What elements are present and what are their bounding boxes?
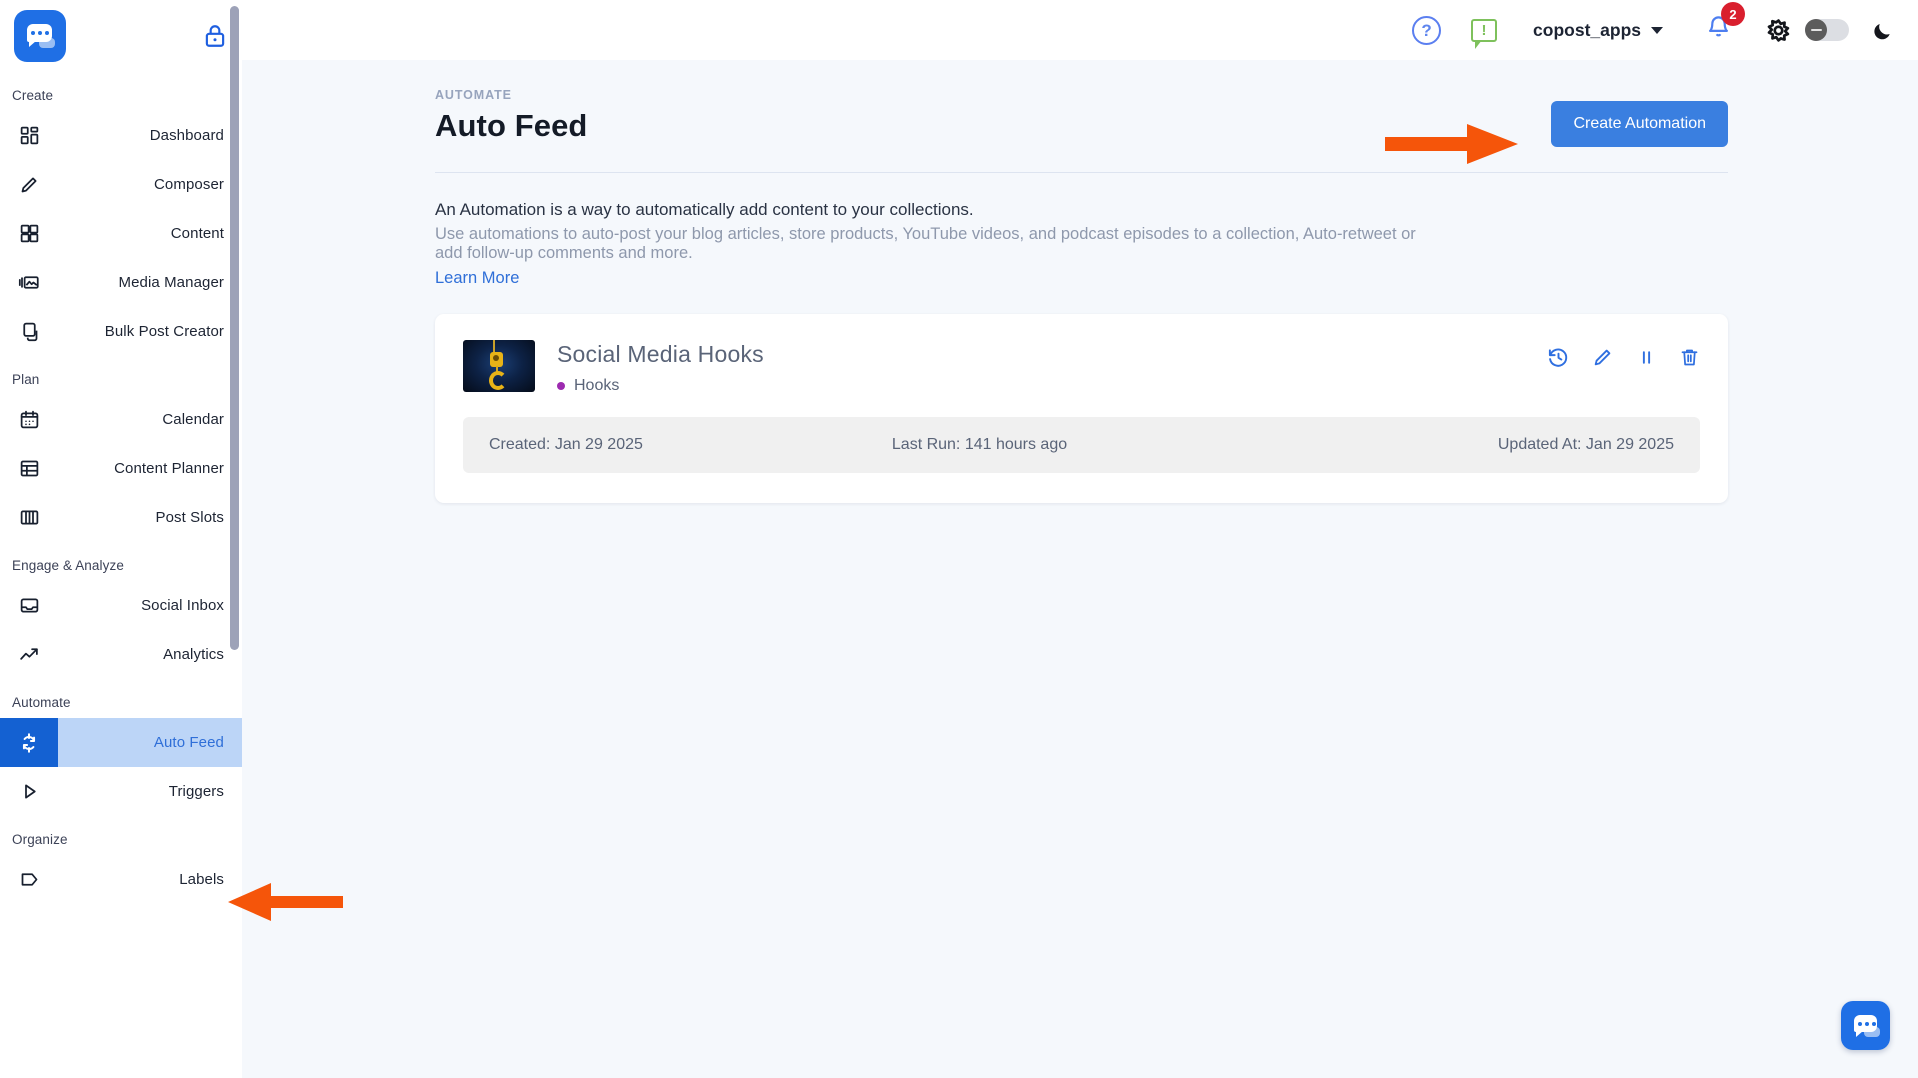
- nav-group-label-plan: Plan: [12, 372, 40, 387]
- sidebar-item-triggers[interactable]: Triggers: [0, 767, 242, 816]
- notifications-button[interactable]: 2: [1705, 2, 1745, 47]
- help-button[interactable]: ?: [1412, 15, 1471, 45]
- page-content: AUTOMATE Auto Feed Create Automation An …: [242, 60, 1918, 503]
- sidebar-item-post-slots[interactable]: Post Slots: [0, 493, 242, 542]
- sidebar-item-label: Triggers: [168, 783, 224, 800]
- sidebar-item-label: Dashboard: [149, 127, 224, 144]
- sidebar-item-label: Labels: [179, 871, 224, 888]
- edit-pencil-icon[interactable]: [1592, 346, 1614, 368]
- chat-bubble-logo-icon[interactable]: [14, 10, 66, 62]
- sidebar-item-label: Calendar: [162, 411, 224, 428]
- automation-card: Social Media Hooks Hooks Created: Jan 29…: [435, 313, 1728, 503]
- sidebar-item-analytics[interactable]: Analytics: [0, 630, 242, 679]
- account-menu[interactable]: copost_apps: [1533, 20, 1663, 41]
- learn-more-link[interactable]: Learn More: [435, 269, 519, 288]
- notification-count-badge: 2: [1721, 2, 1745, 26]
- create-automation-button[interactable]: Create Automation: [1551, 101, 1728, 147]
- sidebar-item-content[interactable]: Content: [0, 209, 242, 258]
- description-line-2: Use automations to auto-post your blog a…: [435, 225, 1416, 263]
- page-title-block: AUTOMATE Auto Feed: [435, 88, 587, 144]
- sidebar-item-content-planner[interactable]: Content Planner: [0, 444, 242, 493]
- pause-icon[interactable]: [1636, 347, 1657, 368]
- trend-up-icon: [0, 644, 58, 665]
- sidebar-item-auto-feed[interactable]: Auto Feed: [0, 718, 242, 767]
- chevron-down-icon: [1651, 26, 1663, 34]
- notification-bell-icon: [1705, 16, 1732, 46]
- account-name: copost_apps: [1533, 19, 1641, 40]
- automation-title[interactable]: Social Media Hooks: [557, 341, 764, 368]
- media-image-icon: [0, 272, 58, 293]
- sidebar-item-label: Social Inbox: [141, 597, 224, 614]
- nav-group-label-engage-analyze: Engage & Analyze: [12, 558, 124, 573]
- sidebar-item-label: Composer: [154, 176, 224, 193]
- chat-bubble-icon: [1852, 1014, 1880, 1037]
- page-description: An Automation is a way to automatically …: [242, 173, 1918, 288]
- inbox-icon: [0, 595, 58, 616]
- delete-trash-icon[interactable]: [1679, 346, 1700, 368]
- sidebar-item-label: Post Slots: [155, 509, 224, 526]
- refresh-cycle-icon: [0, 718, 58, 767]
- sidebar-item-calendar[interactable]: Calendar: [0, 395, 242, 444]
- sidebar-scrollbar[interactable]: [230, 2, 239, 1078]
- dashboard-grid-icon: [0, 125, 58, 146]
- play-triangle-icon: [0, 781, 58, 802]
- sidebar: Create Dashboard Composer Content Media …: [0, 0, 242, 1078]
- description-line-1: An Automation is a way to automatically …: [435, 200, 974, 219]
- calendar-icon: [0, 409, 58, 430]
- tag-icon: [0, 869, 58, 890]
- collection-label: Hooks: [574, 376, 620, 394]
- sidebar-item-composer[interactable]: Composer: [0, 160, 242, 209]
- columns-icon: [0, 507, 58, 528]
- main-area: ? ! copost_apps 2 AUTOMATE Auto Feed Cre…: [242, 0, 1918, 1078]
- meta-created: Created: Jan 29 2025: [489, 435, 643, 453]
- nav-group-label-create: Create: [12, 88, 54, 103]
- sidebar-header: [0, 0, 242, 72]
- collection-dot-icon: [557, 381, 565, 390]
- sidebar-nav: Create Dashboard Composer Content Media …: [0, 72, 242, 1078]
- meta-updated-at: Updated At: Jan 29 2025: [1497, 435, 1674, 453]
- automation-collection: Hooks: [557, 377, 764, 395]
- grid-icon: [0, 223, 58, 244]
- automation-meta-bar: Created: Jan 29 2025 Last Run: 141 hours…: [463, 416, 1700, 473]
- copy-stack-icon: [0, 321, 58, 342]
- sidebar-item-dashboard[interactable]: Dashboard: [0, 111, 242, 160]
- sidebar-item-label: Content: [170, 225, 224, 242]
- chat-widget-button[interactable]: [1841, 1001, 1890, 1050]
- sidebar-item-social-inbox[interactable]: Social Inbox: [0, 581, 242, 630]
- sidebar-item-label: Analytics: [163, 646, 224, 663]
- theme-toggle-switch[interactable]: [1805, 19, 1849, 41]
- sun-icon[interactable]: [1766, 18, 1791, 43]
- pencil-icon: [0, 174, 58, 195]
- nav-group-label-automate: Automate: [12, 695, 71, 710]
- sidebar-item-label: Bulk Post Creator: [104, 323, 224, 340]
- automation-card-titles: Social Media Hooks Hooks: [557, 340, 764, 395]
- history-icon[interactable]: [1547, 346, 1570, 369]
- sidebar-item-bulk-post-creator[interactable]: Bulk Post Creator: [0, 307, 242, 356]
- nav-group-label-organize: Organize: [12, 832, 68, 847]
- automation-card-actions: [1547, 340, 1700, 369]
- moon-icon[interactable]: [1871, 18, 1894, 43]
- sidebar-scrollbar-thumb[interactable]: [230, 6, 239, 650]
- automation-card-header: Social Media Hooks Hooks: [463, 339, 1700, 395]
- crane-hook-thumbnail: [463, 339, 535, 392]
- topbar: ? ! copost_apps 2: [242, 0, 1918, 60]
- sidebar-item-media-manager[interactable]: Media Manager: [0, 258, 242, 307]
- meta-last-run: Last Run: 141 hours ago: [891, 435, 1068, 453]
- lock-icon[interactable]: [202, 22, 228, 50]
- page-header: AUTOMATE Auto Feed Create Automation: [242, 60, 1918, 147]
- breadcrumb-eyebrow: AUTOMATE: [435, 88, 512, 102]
- toggle-knob: [1805, 19, 1827, 41]
- app-root: Create Dashboard Composer Content Media …: [0, 0, 1918, 1078]
- question-mark-circle-icon: ?: [1412, 15, 1442, 45]
- sidebar-item-label: Content Planner: [114, 460, 224, 477]
- page-header-actions: Create Automation: [1551, 88, 1728, 147]
- sidebar-item-label: Auto Feed: [153, 734, 224, 751]
- feedback-bubble-icon: !: [1471, 18, 1498, 49]
- sidebar-item-labels[interactable]: Labels: [0, 855, 242, 904]
- sidebar-item-label: Media Manager: [118, 274, 224, 291]
- feedback-button[interactable]: !: [1471, 18, 1533, 49]
- table-icon: [0, 458, 58, 479]
- page-title: Auto Feed: [435, 108, 588, 143]
